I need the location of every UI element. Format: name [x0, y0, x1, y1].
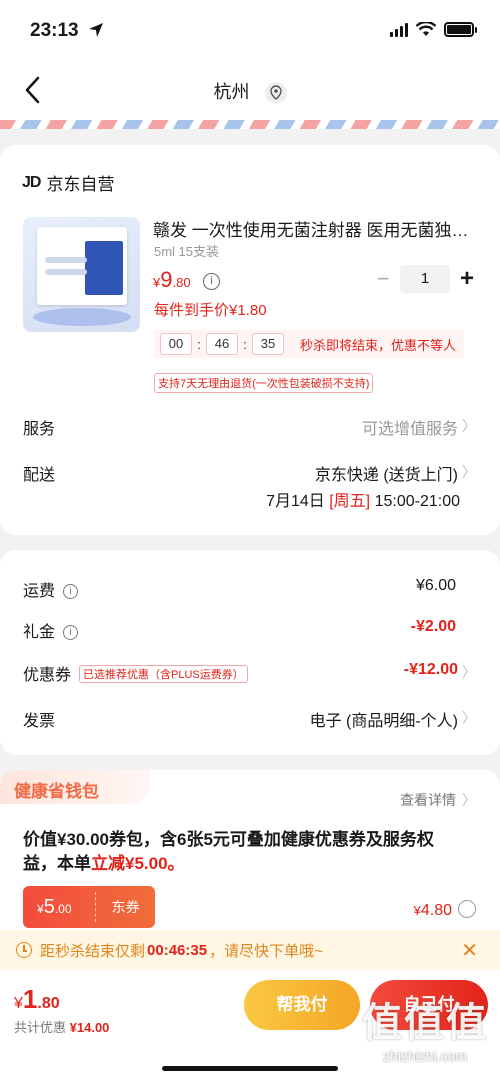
health-package-description: 价值¥30.00券包，含6张5元可叠加健康优惠券及服务权益，本单立减¥5.00。: [23, 830, 434, 873]
info-icon[interactable]: i: [63, 584, 79, 599]
shop-name: 京东自营: [46, 175, 115, 194]
location-pin-icon[interactable]: [264, 82, 287, 105]
watermark: 值值值 zhizhizhi.com: [362, 1001, 488, 1064]
close-icon[interactable]: ✕: [461, 938, 478, 963]
timer-hours: 00: [160, 333, 192, 355]
product-spec: 5ml 15支装: [154, 244, 220, 259]
wifi-icon: [416, 22, 436, 36]
per-piece-price: 每件到手价¥1.80: [154, 302, 267, 319]
order-item-card: JD 京东自营 赣发 一次性使用无菌注射器 医用无菌独… 5ml 15支装 ¥9…: [0, 145, 500, 535]
coupon-chip[interactable]: ¥5.00 东券: [23, 886, 155, 928]
coupon-tag: 已选推荐优惠（含PLUS运费券）: [79, 665, 248, 683]
cellular-signal-icon: [390, 22, 408, 37]
status-bar: 23:13: [0, 0, 500, 62]
view-details-link[interactable]: 查看详情〉: [400, 790, 476, 810]
timer-seconds: 35: [252, 333, 284, 355]
flash-sale-notice: 距秒杀结束仅剩 00:46:35 ，请尽快下单哦~ ✕: [0, 930, 500, 970]
product-image[interactable]: [23, 217, 140, 332]
total-saved: 共计优惠 ¥14.00: [14, 1020, 110, 1035]
help-me-pay-button[interactable]: 帮我付: [244, 980, 360, 1030]
health-package-radio[interactable]: [458, 900, 476, 918]
home-indicator: [162, 1066, 338, 1071]
product-title[interactable]: 赣发 一次性使用无菌注射器 医用无菌独…: [153, 216, 473, 241]
battery-icon: [444, 22, 477, 37]
location-arrow-icon: [89, 23, 103, 37]
info-icon[interactable]: i: [63, 625, 79, 640]
status-time: 23:13: [30, 20, 79, 41]
flash-sale-timer: 00 : 46 : 35 秒杀即将结束，优惠不等人: [154, 330, 464, 358]
chevron-right-icon: 〉: [462, 710, 476, 726]
chevron-right-icon: 〉: [462, 464, 476, 480]
health-wallet-header: 健康省钱包: [0, 770, 150, 804]
increase-button[interactable]: +: [456, 265, 478, 293]
clock-icon: [16, 942, 32, 958]
return-policy-tag: 支持7天无理由退货(一次性包装破损不支持): [154, 373, 374, 393]
price-info-icon[interactable]: i: [203, 273, 221, 290]
nav-title: 杭州: [0, 78, 500, 105]
airmail-stripe: [0, 120, 500, 129]
shop-header[interactable]: JD 京东自营: [22, 170, 114, 195]
quantity-input[interactable]: 1: [400, 265, 450, 293]
quantity-stepper: − 1 +: [372, 265, 478, 293]
timer-message: 秒杀即将结束，优惠不等人: [300, 337, 457, 353]
health-wallet-card: 健康省钱包 查看详情〉 价值¥30.00券包，含6张5元可叠加健康优惠券及服务权…: [0, 770, 500, 950]
chevron-right-icon: 〉: [462, 664, 476, 680]
chevron-right-icon: 〉: [462, 792, 476, 808]
chevron-right-icon: 〉: [462, 418, 476, 434]
fee-summary-card: 运费 i ¥6.00 礼金 i -¥2.00 优惠券 已选推荐优惠（含PLUS运费券）…: [0, 550, 500, 755]
total-price: ¥1.80: [14, 984, 60, 1014]
jd-logo-icon: JD: [22, 173, 41, 191]
nav-bar: 杭州: [0, 62, 500, 120]
timer-minutes: 46: [206, 333, 238, 355]
health-package-price: ¥4.80: [413, 902, 452, 919]
city-label[interactable]: 杭州: [213, 78, 249, 104]
delivery-method: 京东快递 (送货上门): [314, 467, 458, 484]
product-price: ¥9.80 i: [153, 267, 221, 293]
decrease-button[interactable]: −: [372, 266, 394, 292]
